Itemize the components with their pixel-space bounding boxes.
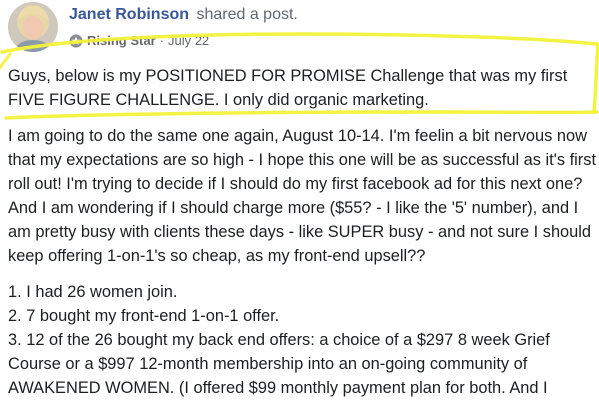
author-name-link[interactable]: Janet Robinson bbox=[69, 6, 189, 23]
header-text: Janet Robinson shared a post. Rising Sta… bbox=[69, 5, 298, 49]
post-header: Janet Robinson shared a post. Rising Sta… bbox=[8, 2, 598, 52]
post-date-link[interactable]: July 22 bbox=[168, 33, 209, 49]
list-item: 2. 7 bought my front-end 1-on-1 offer. bbox=[8, 307, 280, 325]
post-paragraph: I am going to do the same one again, Aug… bbox=[8, 127, 597, 265]
shared-post: Janet Robinson shared a post. Rising Sta… bbox=[0, 0, 599, 417]
post-body: Guys, below is my POSITIONED FOR PROMISE… bbox=[8, 62, 596, 400]
post-meta: Rising Star · July 22 bbox=[69, 33, 298, 49]
member-badge[interactable]: Rising Star bbox=[87, 33, 156, 49]
list-item: 1. I had 26 women join. bbox=[8, 283, 178, 301]
meta-separator: · bbox=[159, 33, 164, 48]
post-paragraph: Guys, below is my POSITIONED FOR PROMISE… bbox=[8, 67, 568, 109]
list-item: 3. 12 of the 26 bought my back end offer… bbox=[8, 331, 550, 397]
star-badge-icon bbox=[69, 34, 83, 48]
post-action-text: shared a post. bbox=[196, 6, 298, 23]
author-avatar[interactable] bbox=[8, 2, 58, 52]
header-line: Janet Robinson shared a post. bbox=[69, 5, 298, 25]
profile-photo-icon bbox=[8, 2, 58, 52]
